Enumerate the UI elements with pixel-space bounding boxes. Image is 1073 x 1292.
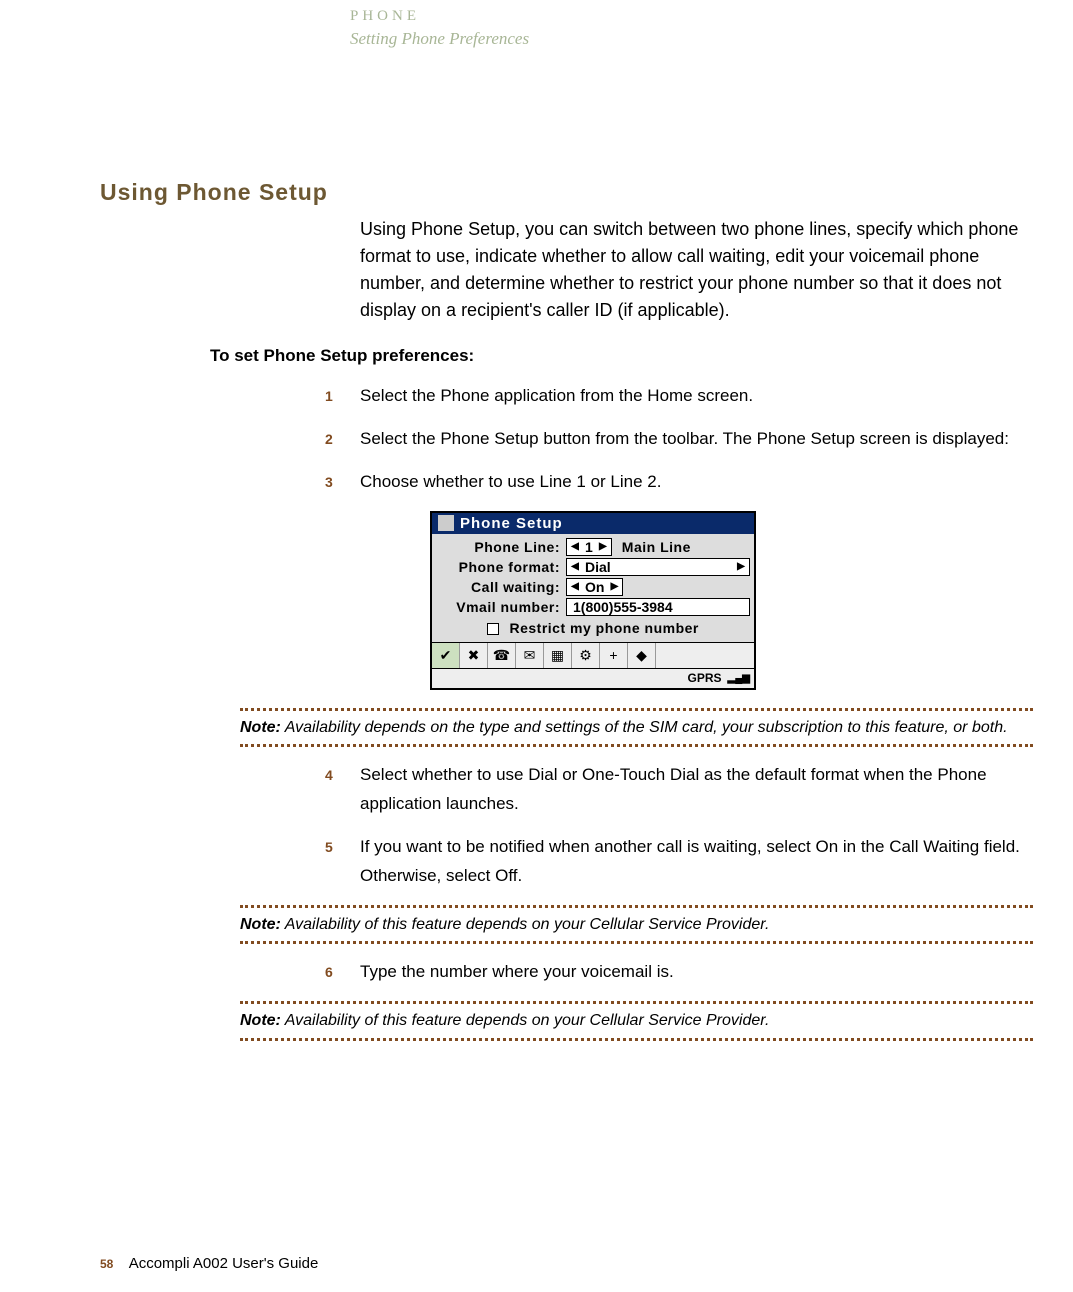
step-1: 1 Select the Phone application from the … [325,382,1033,411]
step-number: 6 [325,958,360,987]
step-text: Select the Phone application from the Ho… [360,382,1033,411]
arrow-right-icon[interactable]: ▶ [735,561,747,572]
note-text: Availability of this feature depends on … [281,916,770,933]
step-number: 1 [325,382,360,411]
row-restrict-number: Restrict my phone number [436,618,750,640]
add-contact-button[interactable]: + [600,643,628,668]
phone-format-selector[interactable]: ◀ Dial ▶ [566,558,750,576]
row-phone-line: Phone Line: ◀ 1 ▶ Main Line [436,538,750,556]
note-1: Note: Availability depends on the type a… [240,708,1033,748]
note-text: Availability of this feature depends on … [281,1012,770,1029]
restrict-checkbox[interactable] [487,623,499,635]
step-5: 5 If you want to be notified when anothe… [325,833,1033,891]
arrow-right-icon[interactable]: ▶ [597,541,609,552]
toolbar: ✔ ✖ ☎ ✉ ▦ ⚙ + ◆ [432,642,754,668]
note-label: Note: [240,1012,281,1029]
signal-icon: ▂▄▆ [728,673,750,684]
call-waiting-selector[interactable]: ◀ On ▶ [566,578,623,596]
step-number: 2 [325,425,360,454]
call-waiting-value: On [581,579,608,595]
tools-button[interactable]: ✖ [460,643,488,668]
label-vmail-number: Vmail number: [436,599,566,615]
history-button[interactable]: ☎ [488,643,516,668]
row-vmail-number: Vmail number: 1(800)555-3984 [436,598,750,616]
voicemail-button[interactable]: ✉ [516,643,544,668]
note-label: Note: [240,719,281,736]
step-number: 5 [325,833,360,891]
step-3: 3 Choose whether to use Line 1 or Line 2… [325,468,1033,497]
header-subtitle: Setting Phone Preferences [350,29,1033,49]
guide-title: Accompli A002 User's Guide [129,1255,319,1272]
note-3: Note: Availability of this feature depen… [240,1001,1033,1041]
services-button[interactable]: ◆ [628,643,656,668]
page-number: 58 [100,1257,113,1271]
section-intro: Using Phone Setup, you can switch betwee… [360,216,1033,324]
note-label: Note: [240,916,281,933]
phone-setup-screenshot: Phone Setup Phone Line: ◀ 1 ▶ Main Line … [430,511,1033,690]
step-text: Type the number where your voicemail is. [360,958,1033,987]
procedure-heading: To set Phone Setup preferences: [210,346,1033,366]
phone-line-name: Main Line [622,539,691,555]
settings-button[interactable]: ⚙ [572,643,600,668]
ok-button[interactable]: ✔ [432,643,460,668]
label-phone-format: Phone format: [436,559,566,575]
phone-icon [438,515,454,531]
phone-line-value: 1 [581,539,597,555]
restrict-label: Restrict my phone number [510,620,699,636]
arrow-right-icon[interactable]: ▶ [608,581,620,592]
vmail-number-input[interactable]: 1(800)555-3984 [566,598,750,616]
note-text: Availability depends on the type and set… [281,719,1008,736]
window-titlebar: Phone Setup [432,513,754,534]
label-call-waiting: Call waiting: [436,579,566,595]
arrow-left-icon[interactable]: ◀ [569,541,581,552]
section-title: Using Phone Setup [100,179,1033,206]
step-number: 3 [325,468,360,497]
window-body: Phone Line: ◀ 1 ▶ Main Line Phone format… [432,534,754,642]
vmail-number-value: 1(800)555-3984 [569,599,677,615]
step-4: 4 Select whether to use Dial or One-Touc… [325,761,1033,819]
step-text: Select whether to use Dial or One-Touch … [360,761,1033,819]
step-text: Choose whether to use Line 1 or Line 2. [360,468,1033,497]
phone-setup-window: Phone Setup Phone Line: ◀ 1 ▶ Main Line … [430,511,756,690]
step-2: 2 Select the Phone Setup button from the… [325,425,1033,454]
gprs-indicator: GPRS [688,671,722,685]
step-number: 4 [325,761,360,819]
step-text: If you want to be notified when another … [360,833,1033,891]
label-phone-line: Phone Line: [436,539,566,555]
row-call-waiting: Call waiting: ◀ On ▶ [436,578,750,596]
arrow-left-icon[interactable]: ◀ [569,561,581,572]
step-6: 6 Type the number where your voicemail i… [325,958,1033,987]
step-text: Select the Phone Setup button from the t… [360,425,1033,454]
row-phone-format: Phone format: ◀ Dial ▶ [436,558,750,576]
page-header: PHONE Setting Phone Preferences [350,8,1033,49]
phone-format-value: Dial [581,559,735,575]
status-bar: GPRS ▂▄▆ [432,668,754,688]
phone-line-selector[interactable]: ◀ 1 ▶ [566,538,612,556]
note-2: Note: Availability of this feature depen… [240,905,1033,945]
dialpad-button[interactable]: ▦ [544,643,572,668]
header-category: PHONE [350,8,1033,25]
window-title: Phone Setup [460,515,563,532]
arrow-left-icon[interactable]: ◀ [569,581,581,592]
page-footer: 58 Accompli A002 User's Guide [100,1255,318,1272]
